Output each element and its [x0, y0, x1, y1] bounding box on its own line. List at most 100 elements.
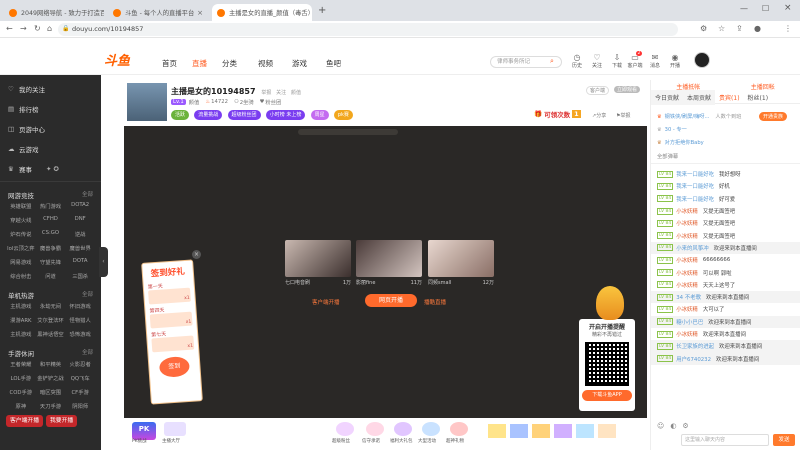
gift-item-icon[interactable]: [598, 424, 616, 438]
reward-3: x1: [151, 335, 195, 353]
other-live-link[interactable]: 播酷直播: [424, 298, 446, 306]
trophy-icon: ♛: [8, 165, 14, 173]
contributor-row[interactable]: ♛ 30 - 专一: [657, 123, 794, 136]
contributor-row[interactable]: ♛ 对方拒绝你Baby: [657, 136, 794, 149]
emoji-icon[interactable]: ☺: [657, 422, 664, 430]
gift-item-icon[interactable]: [532, 424, 550, 438]
history-button[interactable]: ◷ 历史: [568, 53, 586, 69]
signin-title: 签到好礼: [150, 266, 186, 280]
avatar[interactable]: [694, 52, 710, 68]
streamer-avatar[interactable]: [127, 83, 167, 121]
recommend-card-2[interactable]: 影丽fine 11万: [356, 240, 422, 286]
sidebar-collapse-handle[interactable]: ‹: [99, 247, 108, 277]
recommend-thumb: [356, 240, 422, 277]
minimize-icon[interactable]: —: [740, 4, 748, 13]
golive-button[interactable]: ◉ 开播: [666, 53, 684, 69]
browser-tab-3[interactable]: 主播是女的直播_颜值（毒舌）直播...×: [212, 4, 312, 21]
sidebar-buttons: 客户端开播 我要开播: [6, 415, 80, 427]
signin-close-icon[interactable]: ×: [192, 250, 201, 259]
reward-1: x1: [148, 287, 191, 305]
report-button[interactable]: ⚑举报: [616, 112, 631, 119]
gift-item-icon[interactable]: [554, 424, 572, 438]
nav-video[interactable]: 视频: [258, 58, 273, 69]
back-icon[interactable]: ←: [6, 24, 13, 33]
nav-fishbar[interactable]: 鱼吧: [326, 58, 341, 69]
web-live-button[interactable]: 网页开播: [365, 294, 417, 307]
recommend-card-1[interactable]: 七口电音刷 1万: [285, 240, 351, 286]
sidebar-grid-mobile: 王者荣耀 和平精英 火影忍者 LOL手游 金铲铲之战 QQ飞车 COD手游 暗区突围 CF手…: [9, 362, 91, 410]
nav-home[interactable]: 首页: [162, 58, 177, 69]
sign-count[interactable]: 🎁 可领次数 1: [534, 109, 581, 119]
sidebar-item-cloudgame[interactable]: ☁ 云游戏: [0, 139, 101, 159]
send-button[interactable]: 发送: [773, 434, 795, 446]
download-app-button[interactable]: 下载斗鱼APP: [582, 390, 632, 401]
settings-icon[interactable]: ⚙: [682, 422, 688, 430]
forward-icon[interactable]: →: [20, 24, 27, 33]
recommend-card-3[interactable]: 同频small 12万: [428, 240, 494, 286]
star-icon[interactable]: ☆: [718, 24, 725, 33]
client-live-button[interactable]: 客户端开播: [6, 415, 43, 427]
favicon-icon: [9, 8, 17, 17]
open-vip-button[interactable]: 开通贵族: [759, 112, 788, 121]
chat-tools: ☺ ◐ ⚙: [651, 420, 800, 432]
level-badge: Lv.1: [171, 99, 186, 105]
sidebar-item-follow[interactable]: ♡ 我的关注: [0, 79, 101, 99]
url-field[interactable]: douyu.com/10194857: [58, 23, 678, 36]
download-button[interactable]: ⇩ 下载: [608, 53, 626, 69]
reload-icon[interactable]: ↻: [34, 24, 41, 33]
extension-icon[interactable]: ⚙: [700, 24, 707, 33]
right-panel: 主播抵帐 主播回帐 今日贡献 本周贡献 贵宾(1) 粉丝(1) 开通贵族 ♛ 钢铁…: [650, 80, 800, 450]
gift-icon-4[interactable]: [422, 422, 440, 436]
message-badge: 2: [636, 51, 642, 56]
browser-tab-2[interactable]: 斗鱼 - 每个人的直播平台 ×: [108, 4, 208, 21]
gift-icon-3[interactable]: [394, 422, 412, 436]
gift-item-icon[interactable]: [510, 424, 528, 438]
close-icon[interactable]: ×: [197, 9, 203, 17]
go-live-button[interactable]: 我要开播: [46, 415, 78, 427]
gift-item-icon[interactable]: [576, 424, 594, 438]
history-icon: ◷: [573, 53, 581, 62]
chat-input[interactable]: 这里输入聊天内容: [681, 434, 769, 446]
gift-icon-1[interactable]: [336, 422, 354, 436]
message-button[interactable]: ✉ 消息: [646, 53, 664, 69]
client-button[interactable]: ▭ 客户端: [626, 53, 644, 69]
watch-pill[interactable]: 立即观看: [614, 86, 641, 93]
hall-icon[interactable]: [164, 422, 186, 436]
browser-tab-1[interactable]: 2049网络导航 - 致力于打造百年...×: [4, 4, 104, 21]
chat-message: LV 84 长卫家族的进起 欢迎来到本直播间: [651, 340, 800, 353]
address-bar-row: ← → ↻ ⌂ douyu.com/10194857 🔒 ⚙ ☆ ⇪ ● ⋮: [0, 21, 800, 38]
sidebar-item-rank[interactable]: ▤ 排行榜: [0, 99, 101, 119]
search-icon[interactable]: ⌕: [550, 57, 554, 66]
menu-icon[interactable]: ⋮: [784, 24, 792, 33]
gift-item-icon[interactable]: [488, 424, 506, 438]
window-close-icon[interactable]: ×: [784, 3, 792, 13]
nav-game[interactable]: 游戏: [292, 58, 307, 69]
sidebar-section-mobile: 手游休闲 全部: [8, 350, 93, 358]
follow-button[interactable]: ♡ 关注: [588, 53, 606, 69]
qr-code: [585, 342, 629, 386]
profile-icon[interactable]: ●: [754, 24, 761, 33]
chat-message: LV 84 用户6740232 欢迎来到本直播间: [651, 352, 800, 365]
gamepad-icon: ◫: [8, 125, 15, 133]
sidebar-item-webgame[interactable]: ◫ 页游中心: [0, 119, 101, 139]
gift-icon-2[interactable]: [366, 422, 384, 436]
nav-category[interactable]: 分类: [222, 58, 237, 69]
gift-icon-5[interactable]: [450, 422, 468, 436]
home-icon[interactable]: ⌂: [47, 24, 52, 33]
video-player[interactable]: 签到好礼 第一天 x1 第四天 x1 第七天 x1 签到 × 七口电音刷 1万 影…: [124, 126, 647, 418]
sidebar-section-single: 单机热游 全部: [8, 292, 93, 300]
douyu-logo[interactable]: 斗鱼: [104, 50, 130, 69]
client-live-link[interactable]: 客户端开播: [312, 298, 340, 306]
maximize-icon[interactable]: ☐: [762, 4, 769, 13]
client-pill[interactable]: 客户端: [586, 86, 610, 95]
nav-live[interactable]: 直播: [192, 58, 207, 69]
color-icon[interactable]: ◐: [670, 422, 676, 430]
share-button[interactable]: ↗分享: [592, 112, 606, 119]
signin-button[interactable]: 签到: [158, 355, 191, 378]
new-tab-icon[interactable]: +: [318, 5, 326, 16]
recommend-thumb: [428, 240, 494, 277]
chat-message: LV 84 小来的风筝冲 欢迎来到本直播间: [651, 241, 800, 255]
chat-message: LV 84 小冰妖精 又提无面签吧: [657, 219, 736, 228]
share-icon[interactable]: ⇪: [736, 24, 743, 33]
sidebar-item-esports[interactable]: ♛ 赛事 ✦ ✪: [0, 159, 101, 179]
